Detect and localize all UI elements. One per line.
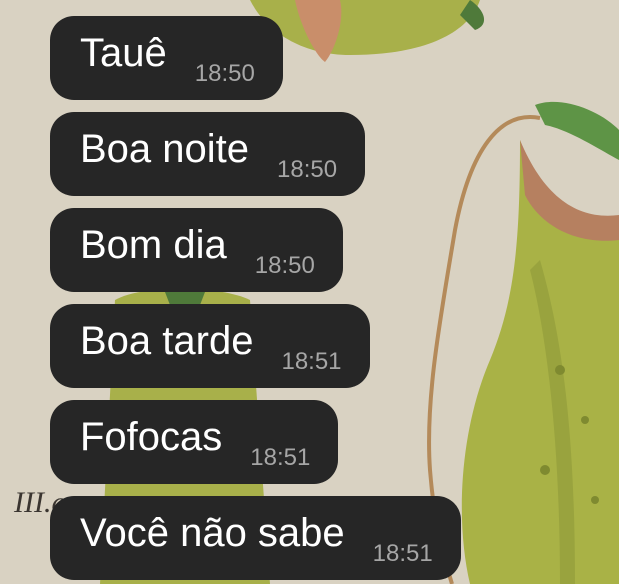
message-bubble[interactable]: Boa tarde 18:51: [50, 304, 370, 388]
message-text: Fofocas: [80, 415, 223, 459]
message-bubble[interactable]: Bom dia 18:50: [50, 208, 343, 292]
message-timestamp: 18:50: [254, 252, 315, 279]
message-text: Boa tarde: [80, 319, 254, 363]
message-text: Tauê: [80, 31, 167, 75]
message-bubble[interactable]: Boa noite 18:50: [50, 112, 366, 196]
message-text: Você não sabe: [80, 511, 345, 555]
message-text: Boa noite: [80, 127, 250, 171]
message-timestamp: 18:51: [250, 444, 311, 471]
message-bubble[interactable]: Você não sabe 18:51: [50, 496, 461, 580]
message-timestamp: 18:51: [281, 348, 342, 375]
message-timestamp: 18:51: [372, 540, 433, 567]
message-timestamp: 18:50: [277, 156, 338, 183]
message-bubble[interactable]: Tauê 18:50: [50, 16, 283, 100]
message-timestamp: 18:50: [194, 60, 255, 87]
message-bubble[interactable]: Fofocas 18:51: [50, 400, 339, 484]
message-text: Bom dia: [80, 223, 227, 267]
